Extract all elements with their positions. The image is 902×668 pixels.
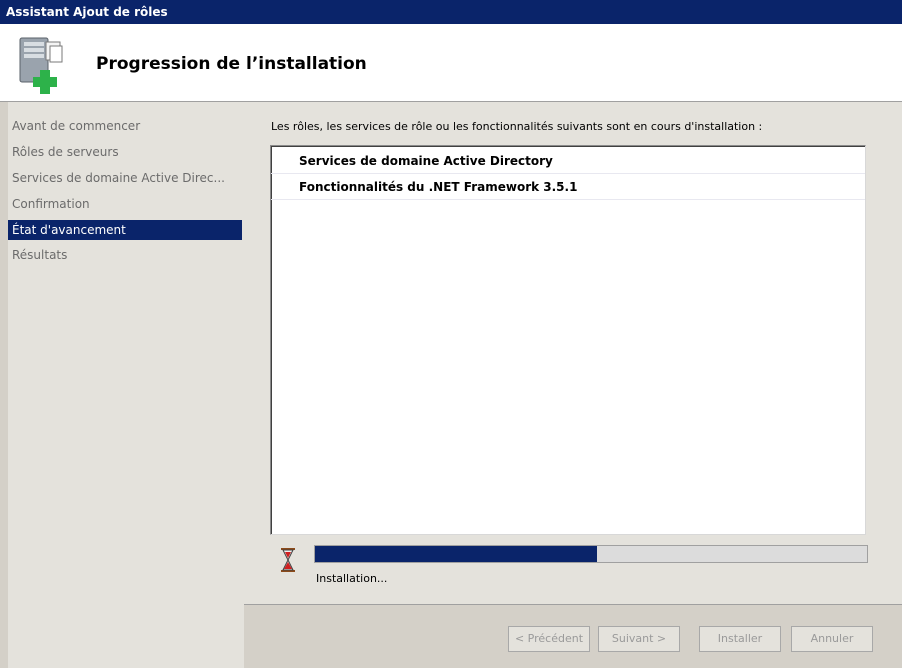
sidebar-item-confirmation[interactable]: Confirmation	[8, 194, 242, 214]
window-title: Assistant Ajout de rôles	[0, 0, 902, 24]
progress-status-text: Installation...	[316, 572, 388, 585]
wizard-footer: < Précédent Suivant > Installer Annuler	[244, 604, 902, 668]
sidebar-item-roles-de-serveurs[interactable]: Rôles de serveurs	[8, 142, 242, 162]
page-title: Progression de l’installation	[96, 54, 367, 74]
wizard-window: Assistant Ajout de rôles Progression de …	[0, 0, 902, 668]
hourglass-icon	[281, 548, 295, 572]
next-button[interactable]: Suivant >	[598, 626, 680, 652]
previous-button[interactable]: < Précédent	[508, 626, 590, 652]
wizard-header: Progression de l’installation	[0, 24, 902, 102]
server-add-icon	[19, 37, 63, 94]
install-progress-bar	[314, 545, 868, 563]
install-intro-text: Les rôles, les services de rôle ou les f…	[271, 120, 763, 133]
list-item: Fonctionnalités du .NET Framework 3.5.1	[271, 174, 865, 200]
install-items-list[interactable]: Services de domaine Active Directory Fon…	[270, 145, 866, 535]
install-button[interactable]: Installer	[699, 626, 781, 652]
sidebar-item-services-ad[interactable]: Services de domaine Active Direc...	[8, 168, 242, 188]
wizard-steps-sidebar: Avant de commencer Rôles de serveurs Ser…	[8, 102, 244, 668]
sidebar-item-resultats[interactable]: Résultats	[8, 245, 242, 265]
sidebar-item-avant-de-commencer[interactable]: Avant de commencer	[8, 116, 242, 136]
progress-area: Installation...	[270, 540, 870, 600]
progress-fill	[315, 546, 597, 562]
cancel-button[interactable]: Annuler	[791, 626, 873, 652]
list-item: Services de domaine Active Directory	[271, 148, 865, 174]
sidebar-item-etat-avancement[interactable]: État d'avancement	[8, 220, 242, 240]
